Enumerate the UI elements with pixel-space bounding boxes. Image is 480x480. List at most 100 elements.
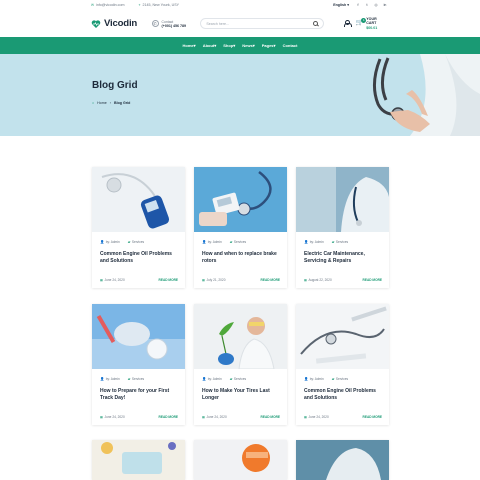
blog-card[interactable]: [194, 440, 287, 480]
user-icon: 👤: [202, 240, 207, 244]
category-meta[interactable]: ▰ Services: [230, 240, 246, 244]
author-meta: 👤 by: Admin: [202, 240, 222, 244]
user-icon: 👤: [304, 240, 309, 244]
blog-card[interactable]: [92, 440, 185, 480]
breadcrumb: ⌂ Home › Blog Grid: [92, 101, 130, 105]
instagram-icon[interactable]: ◎: [374, 3, 378, 7]
breadcrumb-home-link[interactable]: Home: [97, 101, 107, 105]
nav-item-contact[interactable]: Contact: [283, 43, 298, 48]
chevron-right-icon: ›: [109, 101, 111, 105]
page-banner: Blog Grid ⌂ Home › Blog Grid: [0, 54, 480, 136]
phone-icon: ✆: [151, 20, 159, 27]
blog-card[interactable]: 👤 by: Admin ▰ Services Common Engine Oil Pr…: [296, 304, 389, 425]
read-more-link[interactable]: READ MORE: [363, 278, 382, 282]
language-select[interactable]: English ▾: [333, 3, 349, 7]
read-more-link[interactable]: READ MORE: [261, 415, 280, 419]
location-icon: ⌖: [138, 3, 141, 7]
cart-icon: 🛒 1: [355, 18, 367, 26]
read-more-link[interactable]: READ MORE: [159, 415, 178, 419]
calendar-icon: ▦: [100, 278, 104, 282]
pill-bottle-image: [194, 440, 287, 480]
user-icon: 👤: [304, 377, 309, 381]
folder-icon: ▰: [127, 377, 131, 381]
page-title: Blog Grid: [92, 80, 138, 91]
post-date: ▦ June 24, 2020: [304, 415, 329, 419]
medicine-flatlay-image: [92, 440, 185, 480]
read-more-link[interactable]: READ MORE: [159, 278, 178, 282]
top-bar: ✉ info@vicodin.com ⌖ 2145, New Yourk, USY …: [0, 0, 480, 10]
glucose-meter-image: [92, 167, 185, 232]
blog-card-title[interactable]: How to Make Your Tires Last Longer: [202, 388, 281, 402]
author-meta: 👤 by: Admin: [304, 240, 324, 244]
calendar-icon: ▦: [100, 415, 104, 419]
user-icon[interactable]: [343, 20, 352, 27]
doctor-stethoscope-image: [350, 54, 480, 136]
email-link[interactable]: ✉ info@vicodin.com: [91, 3, 124, 7]
blog-card[interactable]: 👤 by: Admin ▰ Services How and when to repl…: [194, 167, 287, 288]
mail-icon: ✉: [91, 3, 95, 7]
user-icon: 👤: [202, 377, 207, 381]
user-icon: 👤: [100, 377, 105, 381]
contact-block[interactable]: ✆ Contact (+001) 456 789: [151, 20, 199, 28]
read-more-link[interactable]: READ MORE: [261, 278, 280, 282]
nav-item-shop[interactable]: Shop▾: [223, 43, 235, 48]
search-icon[interactable]: [312, 21, 318, 26]
cart-button[interactable]: 🛒 1 YOUR CART $00.01: [356, 17, 387, 31]
author-meta: 👤 by: Admin: [304, 377, 324, 381]
chevron-down-icon: ▾: [347, 3, 349, 7]
blog-card[interactable]: 👤 by: Admin ▰ Services Electric Car Mainten…: [296, 167, 389, 288]
blog-card[interactable]: 👤 by: Admin ▰ Services Common Engine Oil Pr…: [92, 167, 185, 288]
blog-grid: 👤 by: Admin ▰ Services Common Engine Oil Pr…: [92, 167, 389, 425]
blog-card[interactable]: 👤 by: Admin ▰ Services How to Prepare for y…: [92, 304, 185, 425]
blog-card-title[interactable]: Common Engine Oil Problems and Solutions: [100, 251, 179, 265]
category-meta[interactable]: ▰ Services: [128, 240, 144, 244]
logo[interactable]: Vicodin: [91, 18, 152, 29]
post-date: ▦ August 22, 2020: [304, 278, 332, 282]
read-more-link[interactable]: READ MORE: [363, 415, 382, 419]
heart-logo-icon: [91, 19, 101, 28]
category-meta[interactable]: ▰ Services: [128, 377, 144, 381]
blog-grid-next-row: [92, 440, 389, 480]
main-nav: Home▾ About▾ Shop▾ News▾ Pages▾ Contact: [0, 37, 480, 54]
nav-item-home[interactable]: Home▾: [183, 43, 196, 48]
calendar-icon: ▦: [304, 278, 308, 282]
user-icon: 👤: [100, 240, 105, 244]
blog-card-title[interactable]: Electric Car Maintenance, Servicing & Re…: [304, 251, 383, 265]
lab-pipette-image: [92, 304, 185, 369]
blog-card[interactable]: [296, 440, 389, 480]
nav-item-news[interactable]: News▾: [242, 43, 254, 48]
folder-icon: ▰: [331, 377, 335, 381]
category-meta[interactable]: ▰ Services: [332, 377, 348, 381]
main-header: Vicodin ✆ Contact (+001) 456 789 Search h…: [0, 10, 480, 37]
post-date: ▦ July 21, 2020: [202, 278, 226, 282]
search-input[interactable]: Search here...: [200, 18, 324, 29]
nav-item-about[interactable]: About▾: [203, 43, 217, 48]
doctor-image: [296, 440, 389, 480]
category-meta[interactable]: ▰ Services: [230, 377, 246, 381]
breadcrumb-current: Blog Grid: [113, 101, 131, 105]
blood-pressure-image: [194, 167, 287, 232]
author-meta: 👤 by: Admin: [100, 377, 120, 381]
blog-card-title[interactable]: How and when to replace brake rotors: [202, 251, 281, 265]
author-meta: 👤 by: Admin: [100, 240, 120, 244]
author-meta: 👤 by: Admin: [202, 377, 222, 381]
stethoscope-syringe-image: [296, 304, 389, 369]
scientist-plant-image: [194, 304, 287, 370]
folder-icon: ▰: [127, 240, 131, 244]
doctor-portrait-image: [296, 167, 389, 232]
post-date: ▦ June 24, 2020: [100, 415, 125, 419]
nav-item-pages[interactable]: Pages▾: [262, 43, 276, 48]
folder-icon: ▰: [229, 240, 233, 244]
address-text: ⌖ 2145, New Yourk, USY: [138, 3, 180, 7]
twitter-icon[interactable]: t: [365, 3, 369, 7]
calendar-icon: ▦: [202, 278, 206, 282]
blog-card[interactable]: 👤 by: Admin ▰ Services How to Make Your Tir…: [194, 304, 287, 425]
blog-card-title[interactable]: How to Prepare for your First Track Day!: [100, 388, 179, 402]
linkedin-icon[interactable]: in: [383, 3, 387, 7]
blog-card-title[interactable]: Common Engine Oil Problems and Solutions: [304, 388, 383, 402]
calendar-icon: ▦: [202, 415, 206, 419]
folder-icon: ▰: [229, 377, 233, 381]
category-meta[interactable]: ▰ Services: [332, 240, 348, 244]
home-icon: ⌂: [92, 101, 95, 105]
facebook-icon[interactable]: f: [356, 3, 360, 7]
